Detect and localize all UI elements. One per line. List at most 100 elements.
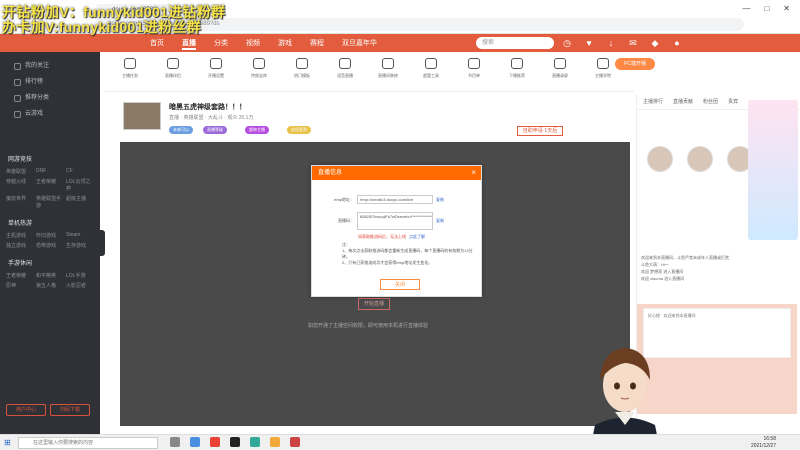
nav-item[interactable]: 视频 bbox=[246, 38, 260, 50]
scan-download-button[interactable]: 扫码下载 bbox=[50, 404, 90, 416]
sidebar-link[interactable]: CF bbox=[66, 168, 94, 175]
task-icon bbox=[124, 58, 136, 69]
chat-message: 欢迎 xiaoma 进入直播间 bbox=[641, 276, 685, 281]
sidebar-link[interactable]: 王者荣耀 bbox=[6, 272, 34, 279]
gift-icon[interactable]: ◆ bbox=[648, 36, 662, 50]
sidebar-link[interactable]: Steam bbox=[66, 232, 94, 239]
tool-item[interactable]: 直播伴侣 bbox=[158, 58, 188, 79]
tab-fans[interactable]: 粉丝团 bbox=[703, 98, 718, 105]
side-ad-banner[interactable] bbox=[748, 100, 798, 240]
user-center-button[interactable]: 用户中心 bbox=[6, 404, 46, 416]
sidebar-item[interactable]: 推荐分类 bbox=[0, 90, 100, 106]
sidebar-link[interactable]: 英雄联盟 bbox=[6, 168, 34, 175]
sidebar-link[interactable]: 王者荣耀 bbox=[36, 178, 64, 192]
sidebar-item[interactable]: 排行榜 bbox=[0, 74, 100, 90]
taskbar-search[interactable]: 在这里输入你要搜索的内容 bbox=[18, 437, 158, 449]
sidebar-link[interactable]: 恐怖游戏 bbox=[36, 242, 64, 249]
rank-avatar[interactable] bbox=[647, 146, 673, 172]
nav-item-active[interactable]: 直播 bbox=[182, 38, 196, 50]
main-nav: 首页 直播 分类 视频 游戏 赛程 双旦嘉年华 bbox=[150, 38, 377, 50]
start-live-button[interactable]: 开始直播 bbox=[358, 298, 390, 310]
taskbar-apps bbox=[170, 437, 300, 447]
sidebar-item[interactable]: 云游戏 bbox=[0, 106, 100, 122]
tool-item[interactable]: 语音直播 bbox=[330, 58, 360, 79]
sidebar-link[interactable]: LOL手游 bbox=[66, 272, 94, 279]
dialog-header: 直播信息 × bbox=[312, 166, 481, 180]
recommend-icon bbox=[511, 58, 523, 69]
tab-vip[interactable]: 贵宾 bbox=[728, 98, 738, 105]
minimize-icon[interactable]: — bbox=[742, 4, 750, 13]
sidebar-link[interactable]: 独立游戏 bbox=[6, 242, 34, 249]
edge-icon[interactable] bbox=[190, 437, 200, 447]
vtuber-avatar bbox=[590, 348, 660, 450]
sidebar-link[interactable]: 英雄联盟手游 bbox=[36, 195, 64, 209]
sidebar-link[interactable]: 主机游戏 bbox=[6, 232, 34, 239]
sidebar-link[interactable]: 怀旧游戏 bbox=[36, 232, 64, 239]
nav-item[interactable]: 分类 bbox=[214, 38, 228, 50]
sidebar-link[interactable]: 魔兽世界 bbox=[6, 195, 34, 209]
tool-item[interactable]: 直播录屏 bbox=[545, 58, 575, 79]
windows-start-icon[interactable]: ⊞ bbox=[4, 438, 11, 447]
copy-code-button[interactable]: 复制 bbox=[436, 218, 444, 224]
sidebar-link[interactable]: 原神 bbox=[6, 282, 34, 289]
history-icon[interactable]: ◷ bbox=[560, 36, 574, 50]
tool-item[interactable]: 特效宝库 bbox=[244, 58, 274, 79]
maximize-icon[interactable]: □ bbox=[764, 4, 769, 13]
download-icon[interactable]: ↓ bbox=[604, 36, 618, 50]
task-view-icon[interactable] bbox=[170, 437, 180, 447]
app-icon[interactable] bbox=[290, 437, 300, 447]
pc-live-button[interactable]: PC端开播 bbox=[615, 58, 655, 70]
admin-icon bbox=[425, 58, 437, 69]
tool-item[interactable]: 直播间装修 bbox=[373, 58, 403, 79]
code-label: 直播码： bbox=[338, 218, 354, 223]
rtmp-label: rtmp地址： bbox=[334, 196, 354, 202]
sidebar-collapse-handle[interactable] bbox=[100, 230, 105, 256]
sidebar-item[interactable]: 我的关注 bbox=[0, 58, 100, 74]
nav-item[interactable]: 首页 bbox=[150, 38, 164, 50]
message-icon[interactable]: ✉ bbox=[626, 36, 640, 50]
room-info: 暗黑五虎神级套路！！！ 直播 · 英雄联盟 · 大乱斗 · 观众 20.1万 本… bbox=[105, 94, 635, 139]
dialog-notes: 注： 1、每次点击获取推流码都会重新生成直播码，每个直播码的有效期为12分钟。 … bbox=[342, 242, 474, 266]
dialog-close-button[interactable]: 关闭 bbox=[380, 279, 420, 290]
nav-item[interactable]: 游戏 bbox=[278, 38, 292, 50]
tool-item[interactable]: 节目单 bbox=[459, 58, 489, 79]
close-icon[interactable]: ✕ bbox=[783, 4, 790, 13]
anchor-avatar[interactable] bbox=[123, 102, 161, 130]
app-icon[interactable] bbox=[250, 437, 260, 447]
tool-item[interactable]: 开播设置 bbox=[201, 58, 231, 79]
sidebar-link[interactable]: 穿越火线 bbox=[6, 178, 34, 192]
sidebar-link[interactable]: 和平精英 bbox=[36, 272, 64, 279]
chrome-icon[interactable] bbox=[210, 437, 220, 447]
follow-icon[interactable]: ♥ bbox=[582, 36, 596, 50]
obs-icon[interactable] bbox=[230, 437, 240, 447]
rtmp-field[interactable]: rtmp://sendtc3.douyu.com/live bbox=[357, 195, 433, 204]
nav-item[interactable]: 双旦嘉年华 bbox=[342, 38, 377, 50]
search-input[interactable]: 搜索 bbox=[476, 37, 554, 49]
sidebar-link[interactable]: 火影忍者 bbox=[66, 282, 94, 289]
tool-item[interactable]: 超管工具 bbox=[416, 58, 446, 79]
sidebar-buttons: 用户中心 扫码下载 bbox=[6, 404, 90, 416]
sidebar-link[interactable]: LOL云顶之弈 bbox=[66, 178, 94, 192]
tool-item[interactable]: 主播任务 bbox=[115, 58, 145, 79]
taskbar-clock[interactable]: 16:58 2021/12/27 bbox=[751, 436, 776, 450]
sidebar-link[interactable]: 超级主播 bbox=[66, 195, 94, 209]
folder-icon[interactable] bbox=[270, 437, 280, 447]
sidebar-link[interactable]: DNF bbox=[36, 168, 64, 175]
tool-item[interactable]: 主播学院 bbox=[588, 58, 618, 79]
warning-link[interactable]: 点此了解 bbox=[409, 234, 425, 240]
code-field[interactable]: 6582l57kwoojlFs7wDsezebu**************** bbox=[357, 212, 433, 230]
user-avatar-icon[interactable]: ● bbox=[670, 36, 684, 50]
sidebar-link[interactable]: 第五人格 bbox=[36, 282, 64, 289]
tool-item[interactable]: 下播推荐 bbox=[502, 58, 532, 79]
copy-rtmp-button[interactable]: 复制 bbox=[436, 197, 444, 203]
sidebar-link[interactable]: 生存游戏 bbox=[66, 242, 94, 249]
sidebar-grid: 王者荣耀 和平精英 LOL手游 原神 第五人格 火影忍者 bbox=[0, 269, 100, 292]
tab-contribution[interactable]: 直播贡献 bbox=[673, 98, 693, 105]
nav-item[interactable]: 赛程 bbox=[310, 38, 324, 50]
tool-item[interactable]: 热门模板 bbox=[287, 58, 317, 79]
rank-avatar[interactable] bbox=[687, 146, 713, 172]
close-icon[interactable]: × bbox=[471, 166, 476, 180]
category-icon bbox=[14, 94, 21, 102]
apply-button[interactable]: 自助申请·1天后 bbox=[517, 126, 563, 136]
tab-anchor-rank[interactable]: 主播排行 bbox=[643, 98, 663, 105]
